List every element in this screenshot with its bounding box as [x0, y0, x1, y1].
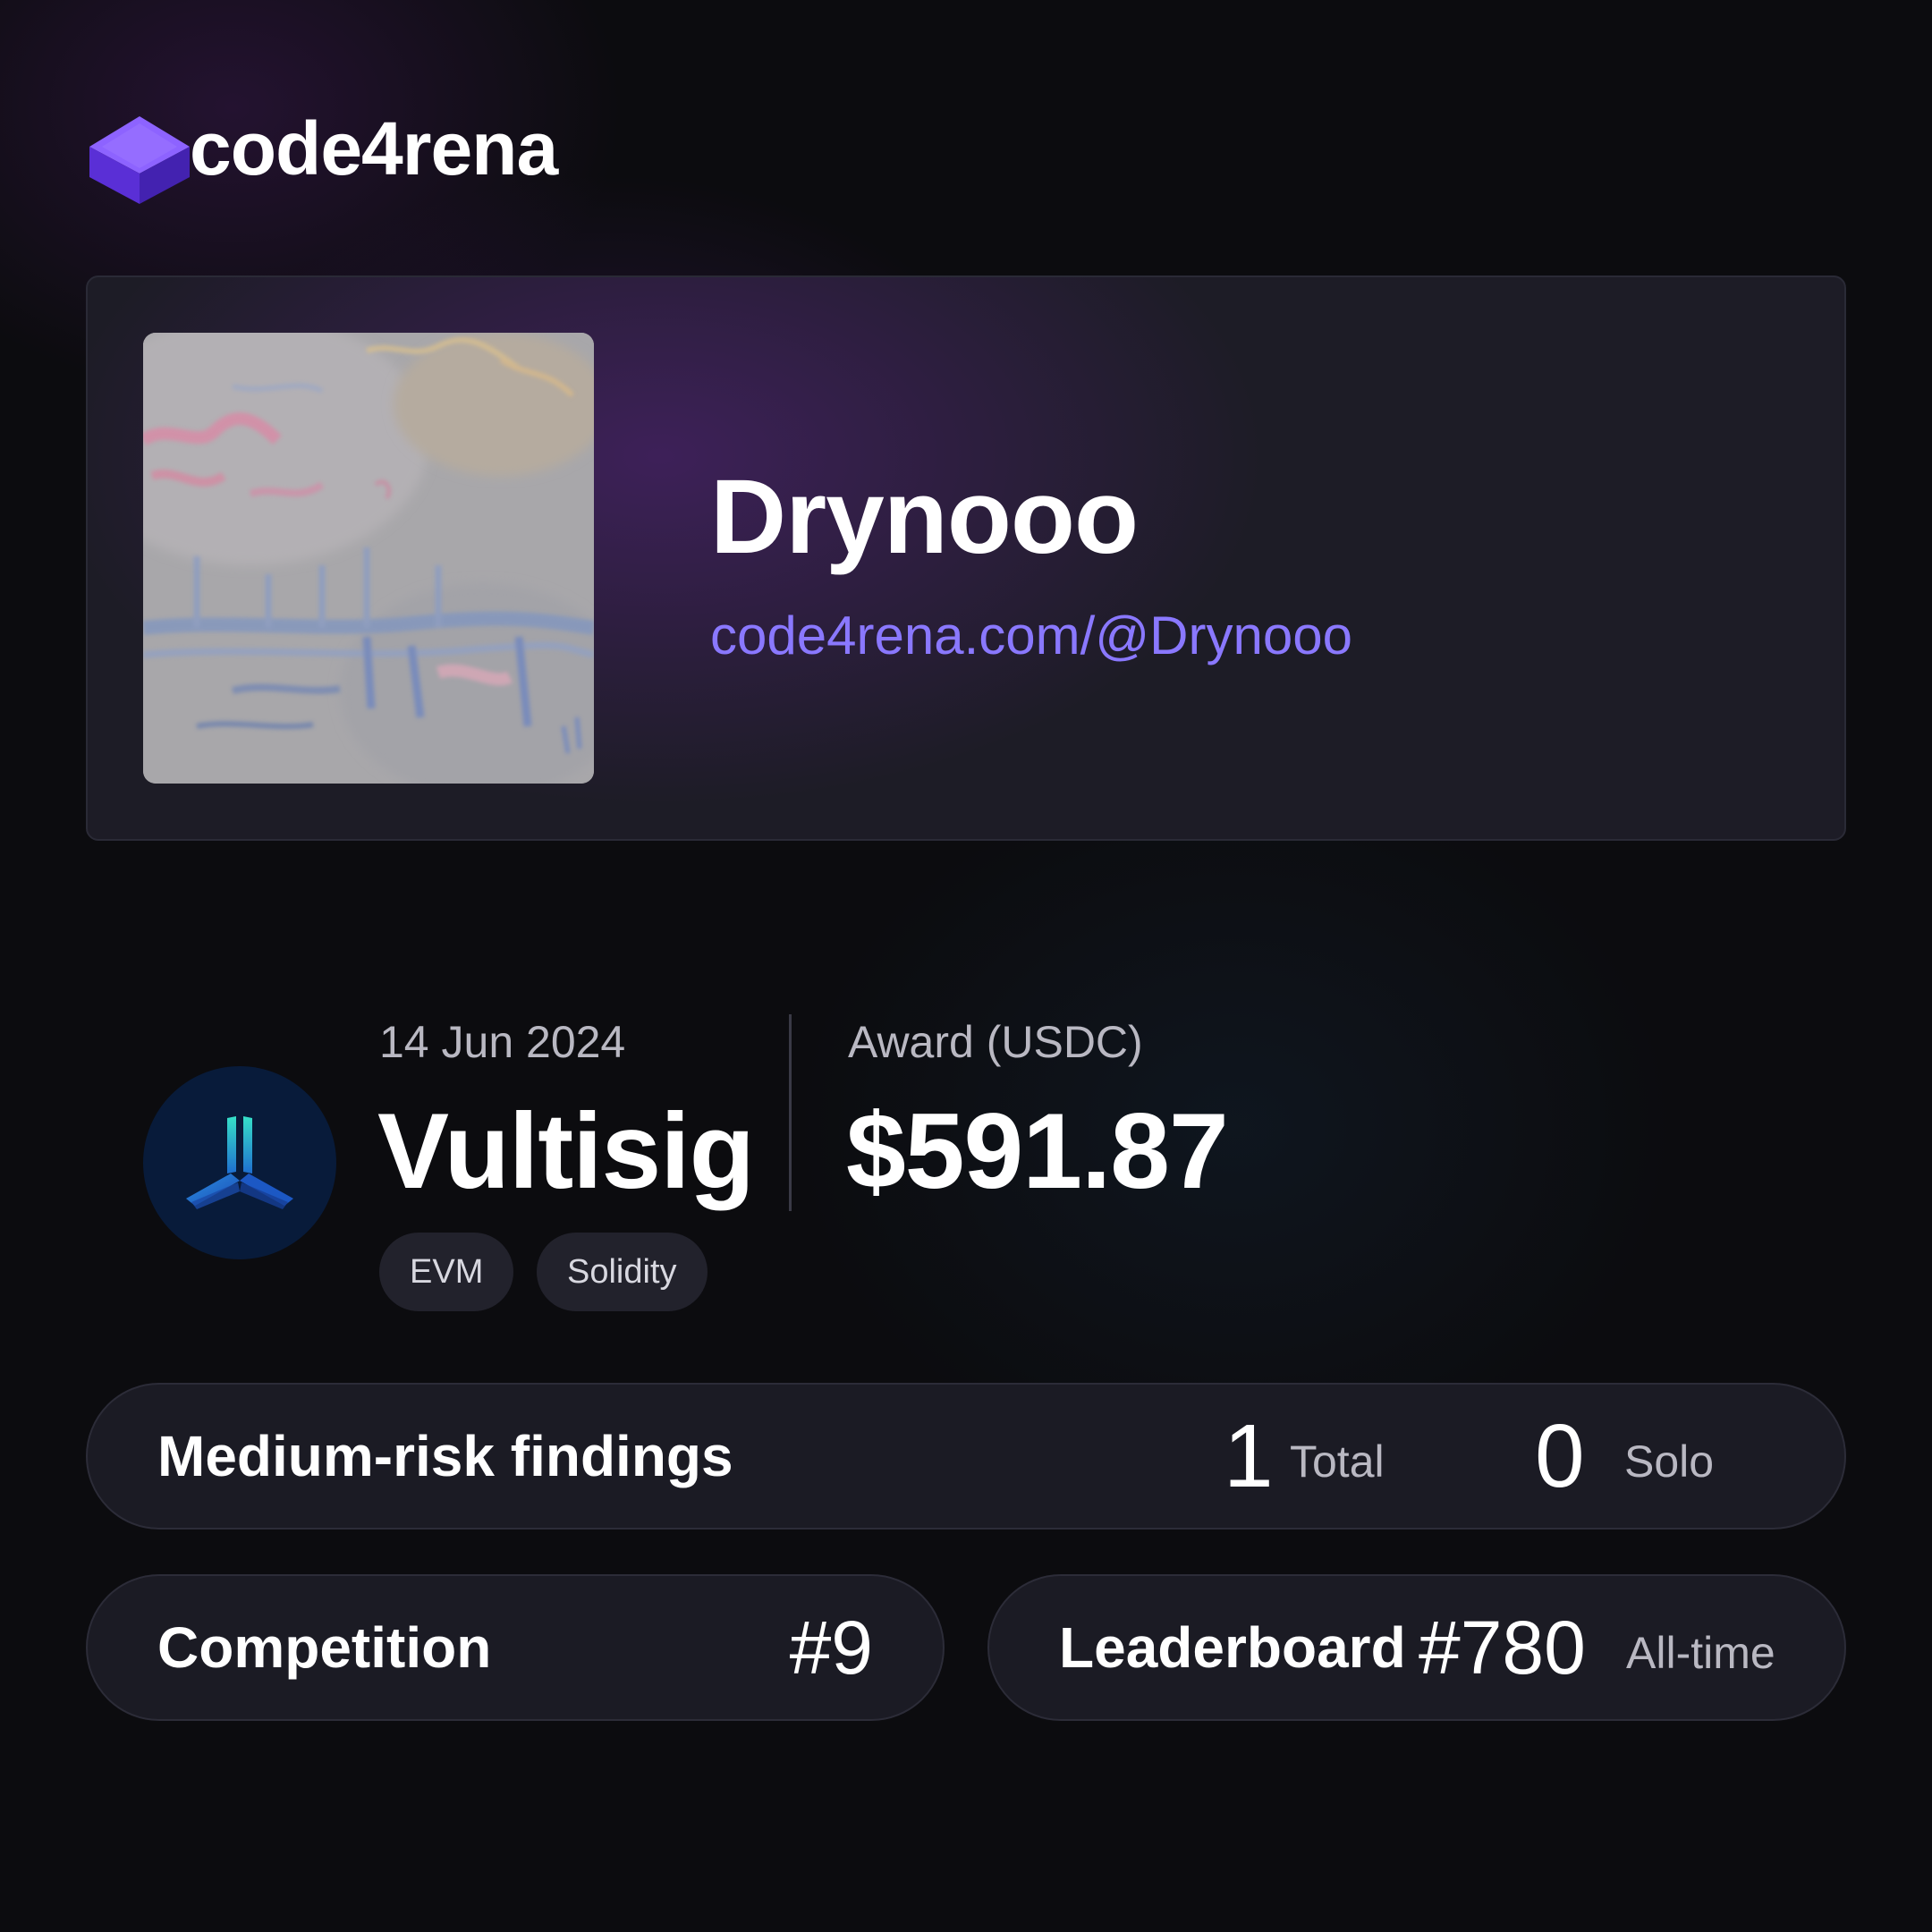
contest-date: 14 Jun 2024 [379, 1017, 626, 1067]
profile-url-link[interactable]: code4rena.com/@Drynooo [710, 605, 1352, 666]
findings-solo-label: Solo [1624, 1436, 1715, 1487]
brand-logo[interactable]: code4rena [86, 100, 558, 204]
findings-solo-value: 0 [1535, 1406, 1585, 1506]
brand-name: code4rena [190, 106, 558, 191]
findings-total-value: 1 [1224, 1406, 1274, 1506]
findings-pill: Medium-risk findings 1 Total 0 Solo [86, 1383, 1846, 1530]
competition-pill: Competition #9 [86, 1574, 945, 1721]
findings-label: Medium-risk findings [157, 1424, 733, 1488]
tag-solidity: Solidity [537, 1233, 708, 1311]
award-value: $591.87 [846, 1091, 1229, 1211]
profile-card: Drynooo code4rena.com/@Drynooo [86, 275, 1846, 841]
divider [789, 1014, 792, 1211]
competition-rank: #9 [789, 1606, 873, 1690]
avatar [143, 333, 594, 784]
profile-handle: Drynooo [710, 458, 1139, 576]
contest-name[interactable]: Vultisig [377, 1089, 755, 1213]
tag-evm: EVM [379, 1233, 514, 1311]
avatar-painting [143, 333, 594, 784]
vultisig-logo-icon [186, 1116, 293, 1209]
findings-total-label: Total [1290, 1436, 1385, 1487]
competition-label: Competition [157, 1615, 492, 1680]
award-label: Award (USDC) [848, 1017, 1143, 1067]
award-card: code4rena Drynooo code4rena.com/@Drynooo… [0, 0, 1932, 1932]
leaderboard-pill: Leaderboard #780 All-time [987, 1574, 1846, 1721]
leaderboard-rank: #780 [1419, 1606, 1586, 1690]
project-logo [143, 1066, 336, 1259]
leaderboard-scope: All-time [1626, 1628, 1775, 1678]
leaderboard-label: Leaderboard [1059, 1615, 1406, 1680]
purple-cube-icon [89, 116, 190, 204]
